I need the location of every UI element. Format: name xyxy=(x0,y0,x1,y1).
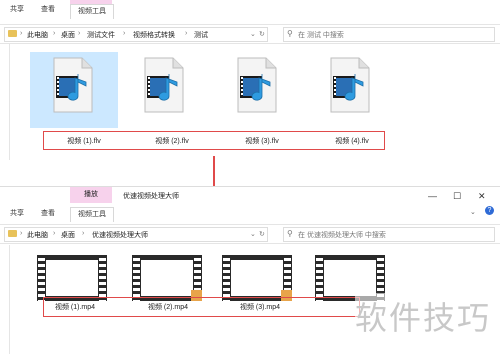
nav-pane-divider xyxy=(9,43,10,160)
ribbon-expand-icon[interactable]: ⌄ xyxy=(470,208,476,216)
tab-view[interactable]: 查看 xyxy=(41,4,55,14)
watermark: 软件技巧 xyxy=(355,293,492,339)
explorer-window-top: 共享 查看 视频工具 ‹ ^ › 此电脑 › 桌面 › 测试文件 › 视频格式转… xyxy=(0,0,500,160)
file-name[interactable]: 视频 (3).mp4 xyxy=(228,302,292,312)
breadcrumb-video-convert[interactable]: 视频格式转换 xyxy=(133,30,175,40)
address-bar-row: › 此电脑 › 桌面 › 优速视频处理大师 ⌄ ↻ ⚲ 在 优速视频处理大师 中… xyxy=(0,224,500,244)
file-name[interactable]: 视频 (1).mp4 xyxy=(45,302,105,312)
search-icon: ⚲ xyxy=(287,229,293,238)
tab-video-tools[interactable]: 视频工具 xyxy=(70,4,114,19)
maximize-icon[interactable]: ☐ xyxy=(453,191,461,202)
dropdown-chevron-icon[interactable]: ⌄ xyxy=(250,230,256,238)
folder-icon xyxy=(8,30,17,37)
ribbon-tabs: 共享 查看 视频工具 ⌄ ? xyxy=(0,204,500,222)
folder-icon xyxy=(8,230,17,237)
search-box[interactable]: ⚲ 在 测试 中搜索 xyxy=(283,27,495,42)
tab-view[interactable]: 查看 xyxy=(41,208,55,218)
breadcrumb-this-pc[interactable]: 此电脑 xyxy=(27,30,48,40)
ribbon-tabs: 共享 查看 视频工具 xyxy=(0,0,500,19)
breadcrumb-app-folder[interactable]: 优速视频处理大师 xyxy=(92,230,148,240)
breadcrumb-test-files[interactable]: 测试文件 xyxy=(87,30,115,40)
breadcrumb-sep-icon: › xyxy=(20,30,23,37)
title-bar: 播放 优速视频处理大师 — ☐ ✕ xyxy=(0,187,500,204)
video-file-icon[interactable] xyxy=(50,56,96,114)
video-thumbnail[interactable] xyxy=(37,255,107,301)
breadcrumb-desktop[interactable]: 桌面 xyxy=(61,230,75,240)
address-bar-row: ‹ ^ › 此电脑 › 桌面 › 测试文件 › 视频格式转换 › 测试 ⌄ ↻ … xyxy=(0,24,500,44)
search-icon: ⚲ xyxy=(287,29,293,38)
address-bar[interactable]: › 此电脑 › 桌面 › 优速视频处理大师 ⌄ ↻ xyxy=(4,227,268,242)
refresh-icon[interactable]: ↻ xyxy=(259,230,265,238)
breadcrumb-this-pc[interactable]: 此电脑 xyxy=(27,230,48,240)
breadcrumb-sep-icon: › xyxy=(123,30,126,37)
search-placeholder: 在 测试 中搜索 xyxy=(298,32,344,39)
breadcrumb-sep-icon: › xyxy=(53,230,56,237)
tab-video-tools[interactable]: 视频工具 xyxy=(70,207,114,222)
video-file-icon[interactable] xyxy=(234,56,280,114)
context-header-play: 播放 xyxy=(70,187,112,203)
tab-share[interactable]: 共享 xyxy=(10,208,24,218)
window-title: 优速视频处理大师 xyxy=(123,193,179,200)
video-thumbnail[interactable] xyxy=(222,255,292,301)
dropdown-chevron-icon[interactable]: ⌄ xyxy=(250,30,256,38)
breadcrumb-desktop[interactable]: 桌面 xyxy=(61,30,75,40)
search-placeholder: 在 优速视频处理大师 中搜索 xyxy=(298,232,386,239)
file-name[interactable]: 视频 (3).flv xyxy=(232,136,292,146)
video-thumbnail[interactable] xyxy=(132,255,202,301)
minimize-icon[interactable]: — xyxy=(428,191,437,201)
file-name[interactable]: 视频 (2).mp4 xyxy=(138,302,198,312)
breadcrumb-sep-icon: › xyxy=(82,230,85,237)
file-name[interactable]: 视频 (2).flv xyxy=(142,136,202,146)
breadcrumb-sep-icon: › xyxy=(185,30,188,37)
video-file-icon[interactable] xyxy=(141,56,187,114)
nav-pane-divider xyxy=(9,245,10,354)
video-file-icon[interactable] xyxy=(327,56,373,114)
tab-share[interactable]: 共享 xyxy=(10,4,24,14)
file-name[interactable]: 视频 (4).flv xyxy=(322,136,382,146)
refresh-icon[interactable]: ↻ xyxy=(259,30,265,38)
breadcrumb-sep-icon: › xyxy=(20,230,23,237)
breadcrumb-sep-icon: › xyxy=(78,30,81,37)
close-icon[interactable]: ✕ xyxy=(478,191,486,202)
address-bar[interactable]: › 此电脑 › 桌面 › 测试文件 › 视频格式转换 › 测试 ⌄ ↻ xyxy=(4,27,268,42)
help-icon[interactable]: ? xyxy=(485,206,494,215)
breadcrumb-test[interactable]: 测试 xyxy=(194,30,208,40)
search-box[interactable]: ⚲ 在 优速视频处理大师 中搜索 xyxy=(283,227,495,242)
breadcrumb-sep-icon: › xyxy=(53,30,56,37)
file-name[interactable]: 视频 (1).flv xyxy=(54,136,114,146)
